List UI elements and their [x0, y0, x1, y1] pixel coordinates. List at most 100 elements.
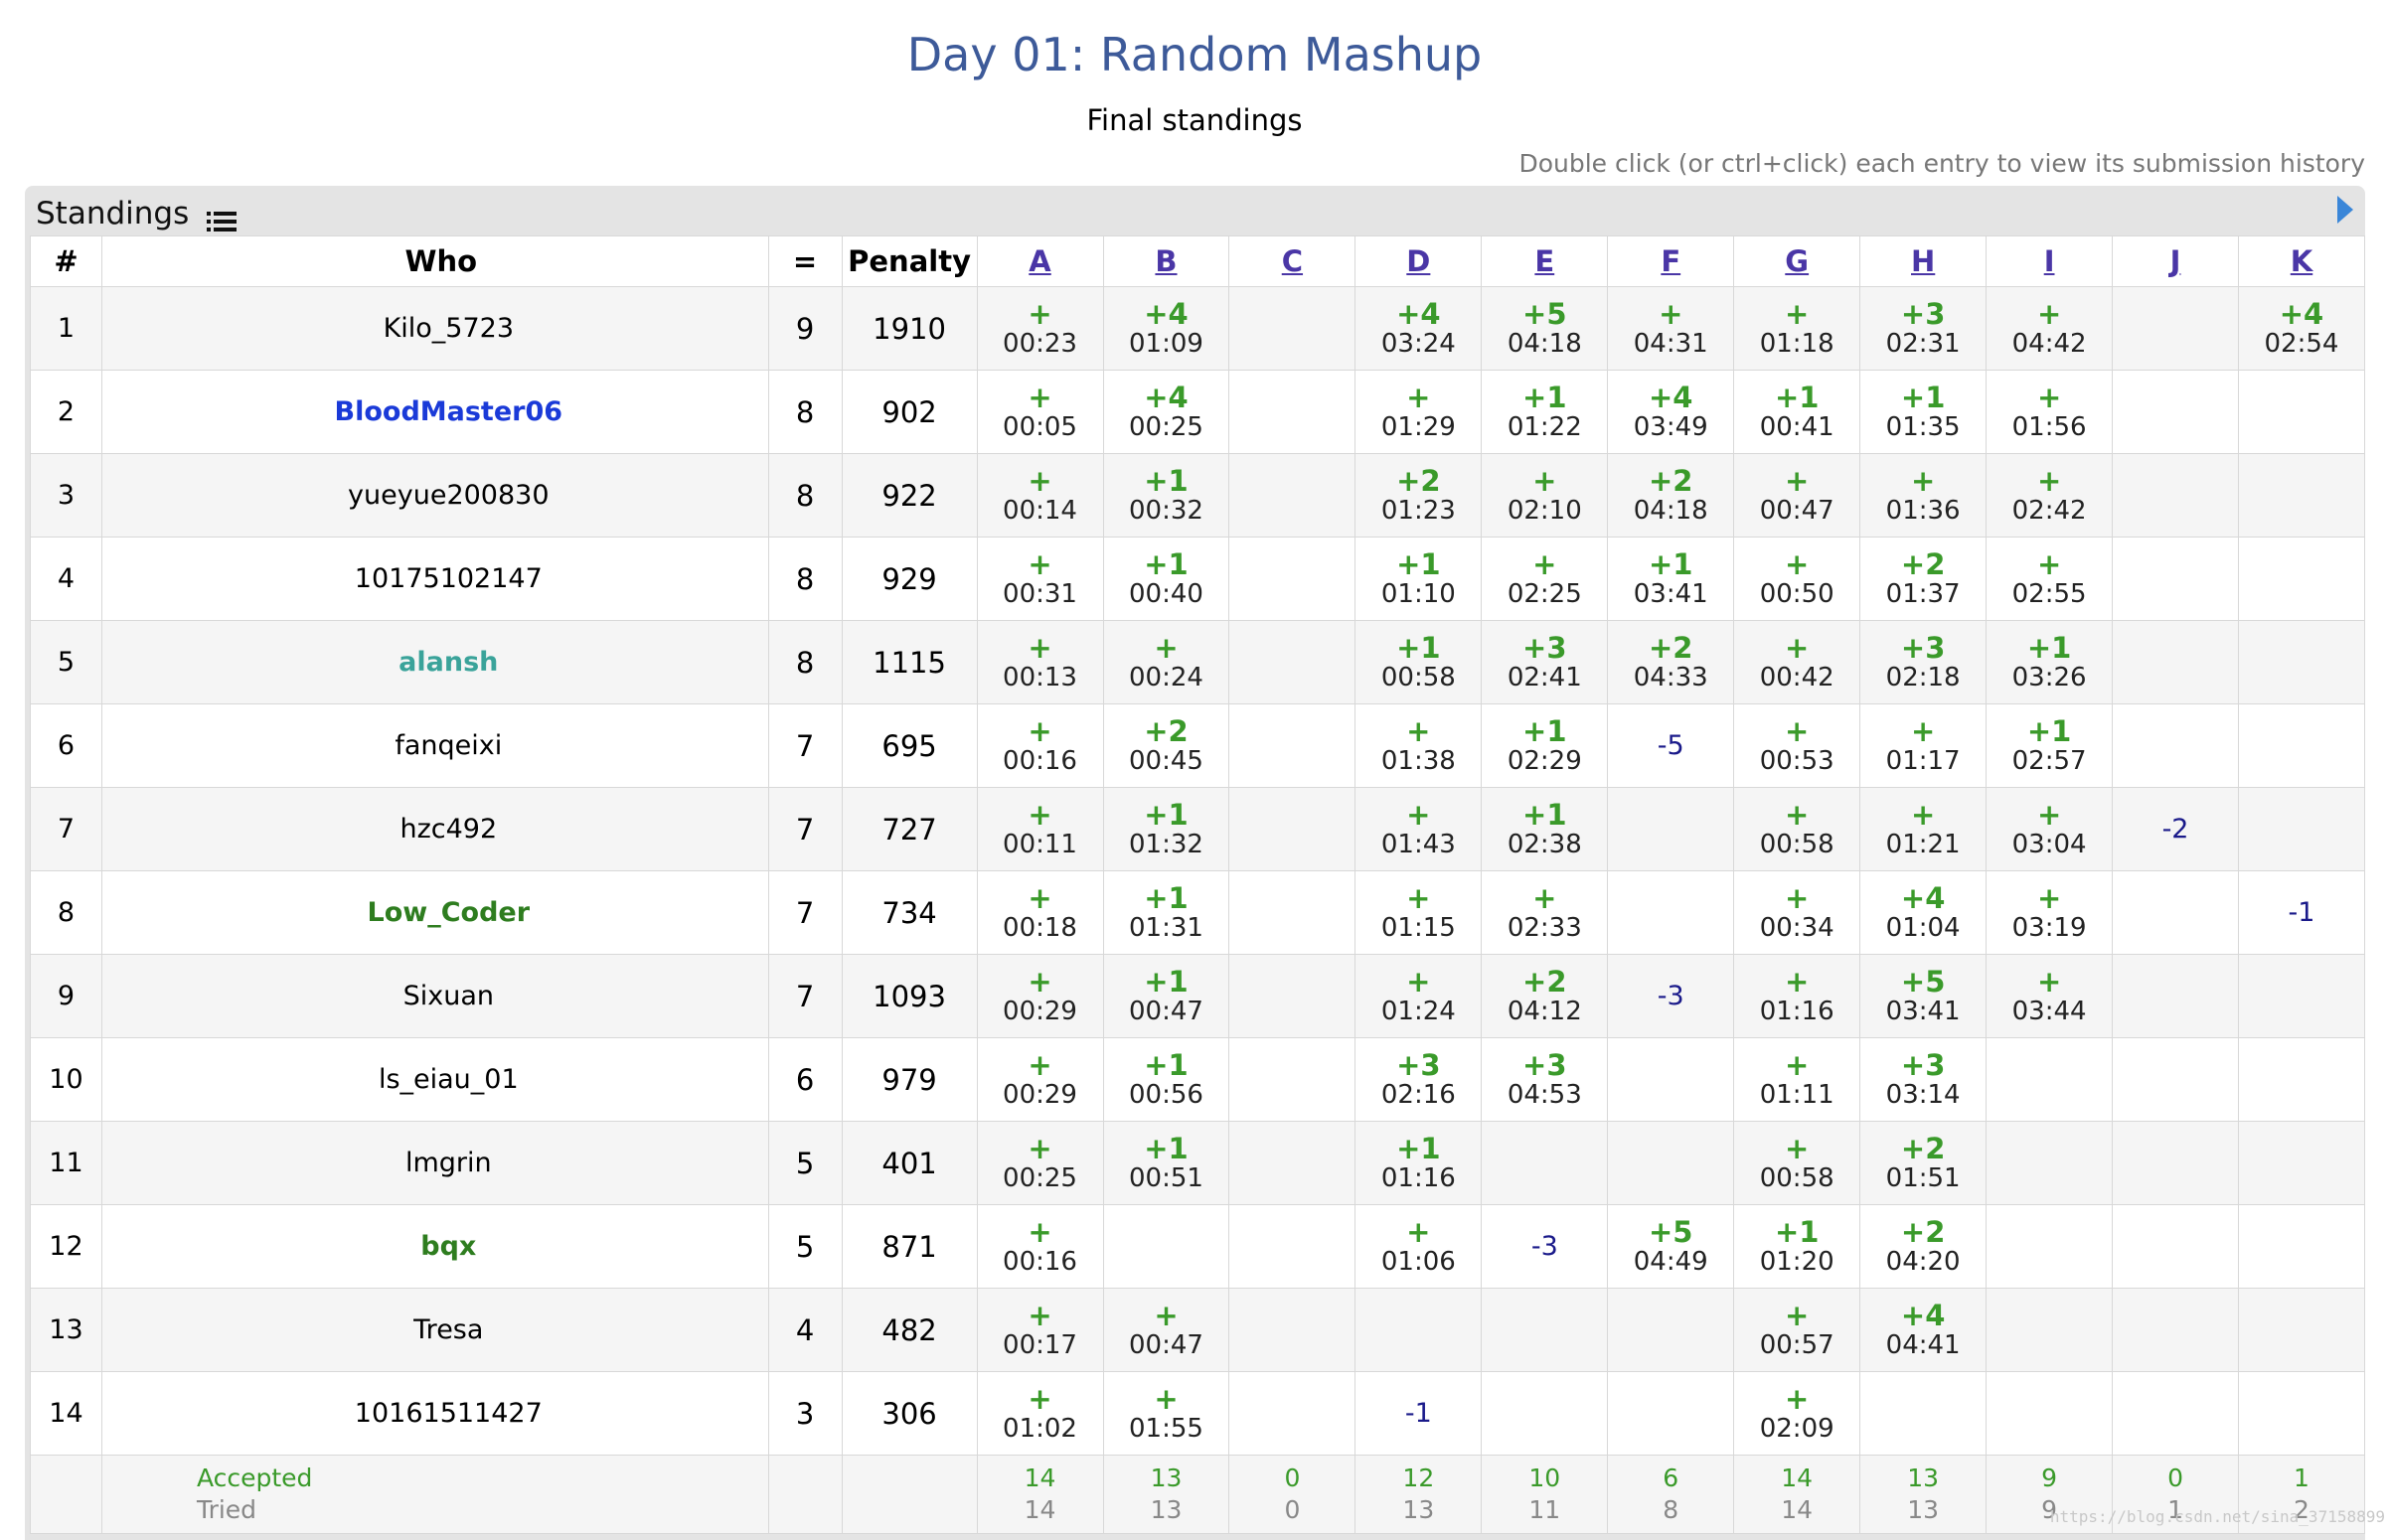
problem-cell-g[interactable]: +01:16: [1733, 954, 1861, 1038]
problem-cell-b[interactable]: +01:55: [1102, 1371, 1230, 1456]
problem-cell-c[interactable]: [1228, 954, 1356, 1038]
standings-row[interactable]: 10 ls_eiau_01 6 979 +00:29 +1 00:56 +3 02:16 +3 04…: [30, 1037, 2366, 1122]
problem-link-i[interactable]: I: [2044, 244, 2055, 278]
problem-link-g[interactable]: G: [1785, 244, 1809, 278]
problem-cell-j[interactable]: [2112, 954, 2239, 1038]
problem-cell-c[interactable]: [1228, 1204, 1356, 1289]
problem-cell-j[interactable]: [2112, 370, 2239, 454]
problem-cell-f[interactable]: +5 04:49: [1607, 1204, 1735, 1289]
standings-row[interactable]: 13 Tresa 4 482 +00:17 +00:47 +00:57 +4 04:41: [30, 1288, 2366, 1372]
problem-cell-b[interactable]: +4 01:09: [1102, 286, 1230, 371]
problem-cell-g[interactable]: +00:57: [1733, 1288, 1861, 1372]
problem-cell-k[interactable]: [2237, 537, 2366, 621]
problem-cell-d[interactable]: +01:38: [1354, 703, 1483, 788]
problem-cell-h[interactable]: +4 04:41: [1859, 1288, 1988, 1372]
problem-cell-e[interactable]: +1 01:22: [1481, 370, 1609, 454]
problem-cell-j[interactable]: [2112, 1121, 2239, 1205]
problem-cell-j[interactable]: [2112, 453, 2239, 538]
problem-cell-f[interactable]: [1607, 1371, 1735, 1456]
problem-cell-d[interactable]: +01:15: [1354, 870, 1483, 955]
standings-row[interactable]: 7 hzc492 7 727 +00:11 +1 01:32 +01:43 +1 02:38 +00…: [30, 787, 2366, 871]
problem-cell-h[interactable]: +1 01:35: [1859, 370, 1988, 454]
problem-cell-k[interactable]: [2237, 453, 2366, 538]
standings-row[interactable]: 3 yueyue200830 8 922 +00:14 +1 00:32 +2 01:23 +02…: [30, 453, 2366, 538]
problem-cell-h[interactable]: +01:21: [1859, 787, 1988, 871]
problem-cell-f[interactable]: +04:31: [1607, 286, 1735, 371]
problem-cell-a[interactable]: +00:29: [976, 954, 1104, 1038]
problem-cell-k[interactable]: +4 02:54: [2237, 286, 2366, 371]
problem-cell-d[interactable]: +01:43: [1354, 787, 1483, 871]
problem-cell-b[interactable]: +1 01:31: [1102, 870, 1230, 955]
problem-cell-d[interactable]: +01:29: [1354, 370, 1483, 454]
problem-cell-i[interactable]: [1986, 1371, 2114, 1456]
problem-cell-k[interactable]: [2237, 1288, 2366, 1372]
problem-cell-d[interactable]: +1 01:16: [1354, 1121, 1483, 1205]
problem-cell-b[interactable]: +2 00:45: [1102, 703, 1230, 788]
problem-cell-h[interactable]: +3 03:14: [1859, 1037, 1988, 1122]
problem-cell-d[interactable]: -1: [1354, 1371, 1483, 1456]
problem-cell-g[interactable]: +01:18: [1733, 286, 1861, 371]
standings-row[interactable]: 14 10161511427 3 306 +01:02 +01:55 -1 +02:09: [30, 1371, 2366, 1456]
problem-cell-i[interactable]: +1 02:57: [1986, 703, 2114, 788]
problem-cell-h[interactable]: +2 04:20: [1859, 1204, 1988, 1289]
problem-cell-e[interactable]: +1 02:38: [1481, 787, 1609, 871]
problem-cell-h[interactable]: +3 02:31: [1859, 286, 1988, 371]
problem-cell-c[interactable]: [1228, 1288, 1356, 1372]
problem-cell-f[interactable]: +4 03:49: [1607, 370, 1735, 454]
problem-link-h[interactable]: H: [1911, 244, 1935, 278]
problem-link-b[interactable]: B: [1155, 244, 1177, 278]
problem-cell-h[interactable]: +5 03:41: [1859, 954, 1988, 1038]
problem-cell-i[interactable]: +02:55: [1986, 537, 2114, 621]
problem-link-j[interactable]: J: [2170, 244, 2181, 278]
problem-cell-a[interactable]: +00:05: [976, 370, 1104, 454]
problem-cell-j[interactable]: -2: [2112, 787, 2239, 871]
problem-cell-i[interactable]: +03:04: [1986, 787, 2114, 871]
problem-cell-b[interactable]: +1 00:47: [1102, 954, 1230, 1038]
problem-cell-h[interactable]: +01:36: [1859, 453, 1988, 538]
problem-cell-a[interactable]: +00:13: [976, 620, 1104, 704]
standings-row[interactable]: 8 Low_Coder 7 734 +00:18 +1 01:31 +01:15 +02:33 +…: [30, 870, 2366, 955]
problem-cell-d[interactable]: +1 00:58: [1354, 620, 1483, 704]
problem-cell-a[interactable]: +00:29: [976, 1037, 1104, 1122]
problem-cell-j[interactable]: [2112, 286, 2239, 371]
problem-cell-f[interactable]: [1607, 870, 1735, 955]
problem-cell-f[interactable]: +2 04:18: [1607, 453, 1735, 538]
problem-cell-j[interactable]: [2112, 620, 2239, 704]
problem-cell-a[interactable]: +00:16: [976, 1204, 1104, 1289]
problem-cell-c[interactable]: [1228, 703, 1356, 788]
problem-cell-i[interactable]: [1986, 1037, 2114, 1122]
standings-row[interactable]: 2 BloodMaster06 8 902 +00:05 +4 00:25 +01:29 +1 0…: [30, 370, 2366, 454]
problem-cell-d[interactable]: +01:06: [1354, 1204, 1483, 1289]
problem-cell-i[interactable]: +03:44: [1986, 954, 2114, 1038]
problem-cell-f[interactable]: [1607, 1288, 1735, 1372]
problem-cell-d[interactable]: [1354, 1288, 1483, 1372]
standings-row[interactable]: 11 lmgrin 5 401 +00:25 +1 00:51 +1 01:16 +00:58 +2…: [30, 1121, 2366, 1205]
problem-cell-e[interactable]: +02:10: [1481, 453, 1609, 538]
standings-row[interactable]: 5 alansh 8 1115 +00:13 +00:24 +1 00:58 +3 02:41 +2…: [30, 620, 2366, 704]
problem-cell-f[interactable]: -3: [1607, 954, 1735, 1038]
problem-cell-b[interactable]: +00:24: [1102, 620, 1230, 704]
problem-cell-i[interactable]: [1986, 1204, 2114, 1289]
problem-cell-g[interactable]: +1 01:20: [1733, 1204, 1861, 1289]
problem-cell-e[interactable]: [1481, 1121, 1609, 1205]
problem-cell-d[interactable]: +4 03:24: [1354, 286, 1483, 371]
problem-cell-g[interactable]: +00:42: [1733, 620, 1861, 704]
problem-cell-d[interactable]: +3 02:16: [1354, 1037, 1483, 1122]
expand-arrow-icon[interactable]: [2337, 196, 2353, 224]
problem-cell-c[interactable]: [1228, 1037, 1356, 1122]
problem-cell-c[interactable]: [1228, 537, 1356, 621]
problem-cell-j[interactable]: [2112, 1037, 2239, 1122]
problem-cell-e[interactable]: +02:25: [1481, 537, 1609, 621]
problem-cell-c[interactable]: [1228, 787, 1356, 871]
problem-cell-c[interactable]: [1228, 870, 1356, 955]
standings-row[interactable]: 1 Kilo_5723 9 1910 +00:23 +4 01:09 +4 03:24 +5 04:…: [30, 286, 2366, 371]
problem-cell-c[interactable]: [1228, 286, 1356, 371]
list-icon[interactable]: [207, 203, 238, 231]
problem-cell-a[interactable]: +01:02: [976, 1371, 1104, 1456]
problem-cell-g[interactable]: +02:09: [1733, 1371, 1861, 1456]
problem-cell-g[interactable]: +00:53: [1733, 703, 1861, 788]
problem-cell-f[interactable]: +2 04:33: [1607, 620, 1735, 704]
problem-cell-e[interactable]: +3 02:41: [1481, 620, 1609, 704]
problem-cell-i[interactable]: +1 03:26: [1986, 620, 2114, 704]
problem-cell-e[interactable]: +3 04:53: [1481, 1037, 1609, 1122]
